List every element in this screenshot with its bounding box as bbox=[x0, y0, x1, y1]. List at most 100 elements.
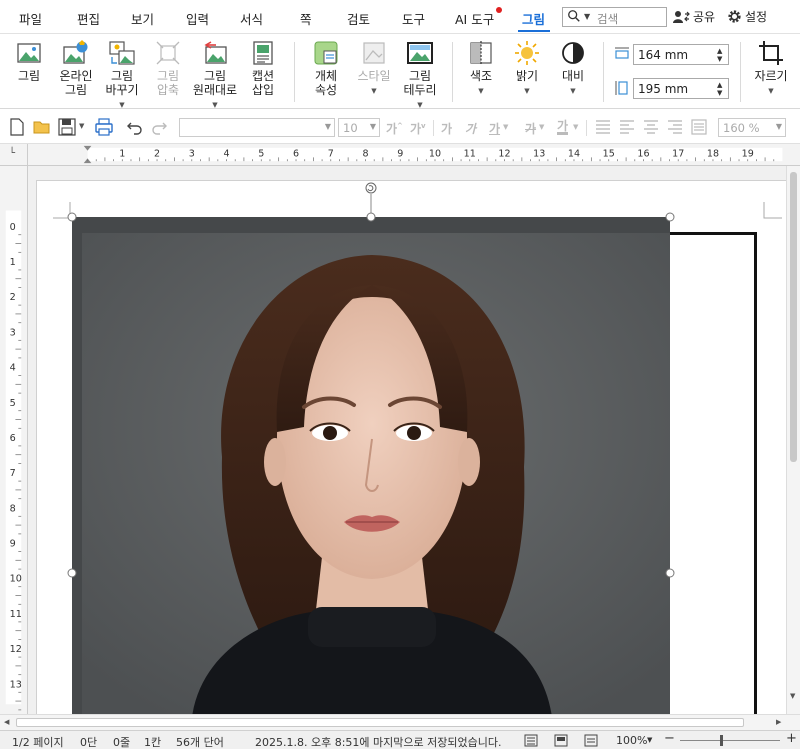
chevron-down-icon[interactable]: ▼ bbox=[354, 84, 394, 98]
width-spinner[interactable]: ▲ ▼ bbox=[717, 47, 725, 63]
new-document-icon[interactable] bbox=[8, 118, 26, 136]
compress-picture-button[interactable]: 그림 압축 bbox=[150, 39, 186, 97]
chevron-down-icon[interactable]: ▼ bbox=[647, 736, 652, 744]
strikethrough-button[interactable]: 가 bbox=[525, 120, 536, 137]
vertical-scroll-thumb[interactable] bbox=[790, 172, 797, 462]
insert-picture-button[interactable]: 그림 bbox=[12, 39, 46, 83]
menu-review[interactable]: 검토 bbox=[347, 9, 370, 28]
grow-font-button[interactable]: 가^ bbox=[386, 120, 403, 137]
change-picture-button[interactable]: 그림 바꾸기 ▼ bbox=[102, 39, 142, 112]
resize-handle-top[interactable] bbox=[366, 212, 376, 222]
chevron-down-icon[interactable]: ▼ bbox=[510, 84, 544, 98]
reset-picture-button[interactable]: 그림 원래대로 ▼ bbox=[190, 39, 240, 112]
font-name-select[interactable]: ▼ bbox=[179, 118, 335, 137]
horizontal-ruler[interactable]: 1 2 3 4 5 6 7 8 9 10 11 12 13 14 15 16 17 18 19 bbox=[28, 144, 800, 166]
chevron-down-icon[interactable]: ▼ bbox=[584, 12, 590, 21]
brightness-button[interactable]: 밝기 ▼ bbox=[510, 39, 544, 98]
crop-button[interactable]: 자르기 ▼ bbox=[752, 39, 790, 98]
zoom-slider[interactable] bbox=[680, 740, 780, 741]
resize-handle-top-left[interactable] bbox=[67, 212, 77, 222]
zoom-out-button[interactable]: − bbox=[664, 731, 675, 746]
online-picture-icon bbox=[63, 40, 88, 64]
zoom-in-button[interactable]: + bbox=[786, 731, 797, 746]
menu-file[interactable]: 파일 bbox=[19, 9, 42, 28]
share-user-icon bbox=[673, 10, 690, 23]
scroll-down-arrow[interactable]: ▼ bbox=[790, 692, 795, 700]
align-justify-icon[interactable] bbox=[594, 118, 612, 136]
ruler-corner[interactable]: └ bbox=[0, 144, 28, 166]
vertical-ruler[interactable]: 012345678910111213 bbox=[0, 166, 28, 714]
ruler-label: 3 bbox=[189, 148, 195, 159]
menu-edit[interactable]: 편집 bbox=[77, 9, 100, 28]
underline-button[interactable]: 가 bbox=[489, 120, 500, 137]
chevron-down-icon[interactable]: ▼ bbox=[464, 84, 498, 98]
color-tone-button[interactable]: 색조 ▼ bbox=[464, 39, 498, 98]
open-folder-icon[interactable] bbox=[33, 118, 51, 136]
menu-page[interactable]: 쪽 bbox=[300, 9, 312, 28]
status-column: 0단 bbox=[80, 736, 98, 749]
picture-border-button[interactable]: 그림 테두리 ▼ bbox=[400, 39, 440, 112]
save-icon[interactable] bbox=[58, 118, 76, 136]
chevron-down-icon[interactable]: ▼ bbox=[539, 123, 544, 131]
align-left-icon[interactable] bbox=[618, 118, 636, 136]
status-page[interactable]: 1/2 페이지 bbox=[12, 734, 64, 749]
contrast-button[interactable]: 대비 ▼ bbox=[556, 39, 590, 98]
chevron-down-icon[interactable]: ▼ bbox=[752, 84, 790, 98]
scroll-left-arrow[interactable]: ◀ bbox=[4, 718, 9, 726]
compress-icon bbox=[156, 41, 180, 65]
status-zoom[interactable]: 100% bbox=[616, 734, 647, 747]
font-color-button[interactable]: 가 bbox=[557, 120, 569, 135]
horizontal-scrollbar[interactable]: ◀ ▶ bbox=[0, 714, 800, 730]
align-center-icon[interactable] bbox=[642, 118, 660, 136]
height-input[interactable]: 195 mm ▲ ▼ bbox=[633, 78, 729, 99]
resize-handle-top-right[interactable] bbox=[665, 212, 675, 222]
document-area[interactable] bbox=[28, 166, 786, 714]
zoom-slider-thumb[interactable] bbox=[720, 735, 723, 746]
resize-handle-right[interactable] bbox=[665, 568, 675, 578]
undo-icon[interactable] bbox=[126, 118, 144, 136]
web-view-icon[interactable] bbox=[584, 734, 598, 747]
distribute-icon[interactable] bbox=[690, 118, 708, 136]
menu-insert[interactable]: 입력 bbox=[186, 9, 209, 28]
menu-format[interactable]: 서식 bbox=[240, 9, 263, 28]
scroll-right-arrow[interactable]: ▶ bbox=[776, 718, 781, 726]
object-properties-button[interactable]: 개체 속성 bbox=[308, 39, 344, 97]
menu-bar: 파일 편집 보기 입력 서식 쪽 검토 도구 AI 도구 그림 ▼ 검색 공유 … bbox=[0, 0, 800, 34]
print-icon[interactable] bbox=[95, 118, 113, 136]
shrink-font-button[interactable]: 가v bbox=[410, 120, 426, 137]
settings-button[interactable]: 설정 bbox=[727, 8, 767, 25]
rotate-handle[interactable] bbox=[365, 182, 377, 194]
normal-view-icon[interactable] bbox=[524, 734, 538, 747]
font-size-select[interactable]: 10 ▼ bbox=[338, 118, 380, 137]
redo-icon[interactable] bbox=[150, 118, 168, 136]
width-input[interactable]: 164 mm ▲ ▼ bbox=[633, 44, 729, 65]
online-picture-button[interactable]: 온라인 그림 bbox=[56, 39, 96, 97]
height-spinner[interactable]: ▲ ▼ bbox=[717, 81, 725, 97]
page-view-icon[interactable] bbox=[554, 734, 568, 747]
align-right-icon[interactable] bbox=[666, 118, 684, 136]
style-button[interactable]: 스타일 ▼ bbox=[354, 39, 394, 98]
chevron-down-icon[interactable]: ▼ bbox=[503, 123, 508, 131]
share-label: 공유 bbox=[693, 10, 716, 24]
italic-button[interactable]: 가 bbox=[465, 120, 476, 137]
search-input[interactable]: ▼ 검색 bbox=[562, 7, 667, 27]
chevron-down-icon[interactable]: ▼ bbox=[79, 122, 84, 130]
resize-handle-left[interactable] bbox=[67, 568, 77, 578]
insert-caption-button[interactable]: 캡션 삽입 bbox=[246, 39, 280, 97]
menu-view[interactable]: 보기 bbox=[131, 9, 154, 28]
chevron-down-icon[interactable]: ▼ bbox=[573, 123, 578, 131]
menu-ai-tools[interactable]: AI 도구 bbox=[455, 9, 494, 28]
chevron-down-icon: ▼ bbox=[775, 122, 782, 131]
ruler-label: 14 bbox=[568, 148, 580, 159]
color-tone-icon bbox=[470, 41, 492, 65]
horizontal-scroll-thumb[interactable] bbox=[16, 718, 744, 727]
line-spacing-select[interactable]: 160 % ▼ bbox=[718, 118, 786, 137]
ruler-label: 7 bbox=[10, 468, 16, 479]
menu-picture[interactable]: 그림 bbox=[522, 9, 545, 28]
vertical-scrollbar[interactable]: ▼ bbox=[786, 166, 800, 714]
chevron-down-icon[interactable]: ▼ bbox=[556, 84, 590, 98]
share-button[interactable]: 공유 bbox=[672, 8, 715, 25]
reset-picture-icon bbox=[204, 41, 227, 64]
bold-button[interactable]: 가 bbox=[441, 120, 452, 137]
menu-tools[interactable]: 도구 bbox=[402, 9, 425, 28]
